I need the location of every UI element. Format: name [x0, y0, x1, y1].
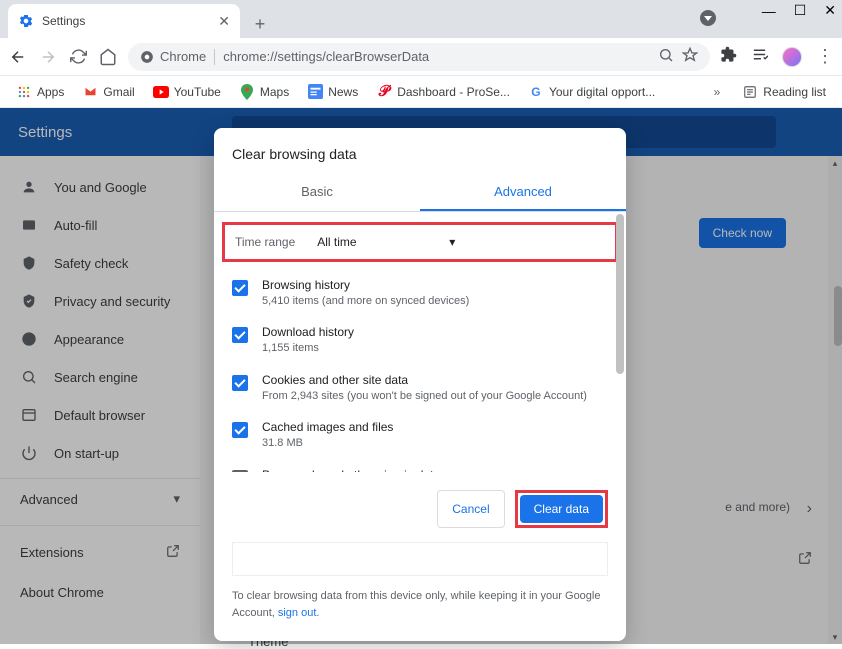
check-item-subtitle: 31.8 MB — [262, 436, 393, 451]
checkbox[interactable] — [232, 422, 248, 438]
new-tab-button[interactable]: + — [246, 10, 274, 38]
check-item: Browsing history 5,410 items (and more on… — [214, 270, 626, 317]
chip-label: Chrome — [160, 49, 206, 64]
check-item: Passwords and other sign-in data157 pass… — [214, 460, 626, 472]
maximize-button[interactable]: ☐ — [794, 2, 807, 19]
checkbox[interactable] — [232, 280, 248, 296]
profile-indicator-icon[interactable] — [700, 10, 716, 26]
check-item-text: Passwords and other sign-in data157 pass… — [262, 468, 608, 472]
tab-basic[interactable]: Basic — [214, 174, 420, 211]
placeholder-box — [232, 542, 608, 576]
reading-list-icon — [742, 84, 758, 100]
minimize-button[interactable]: — — [762, 3, 776, 19]
check-item-title: Passwords and other sign-in data — [262, 468, 608, 472]
check-item-title: Download history — [262, 325, 354, 339]
clear-data-button[interactable]: Clear data — [520, 495, 603, 523]
maps-bookmark[interactable]: Maps — [233, 80, 295, 104]
dialog-title: Clear browsing data — [214, 128, 626, 174]
overflow-chevron-icon[interactable]: » — [714, 85, 721, 99]
checkbox[interactable] — [232, 375, 248, 391]
profile-avatar[interactable] — [782, 47, 802, 67]
check-item-text: Cookies and other site data From 2,943 si… — [262, 373, 587, 404]
time-range-row: Time range All time ▾ — [222, 222, 618, 262]
home-button[interactable] — [98, 47, 118, 67]
check-item: Cookies and other site data From 2,943 si… — [214, 365, 626, 412]
time-range-label: Time range — [235, 235, 295, 249]
bookmark-star-icon[interactable] — [682, 47, 698, 66]
check-item-subtitle: From 2,943 sites (you won't be signed ou… — [262, 389, 587, 404]
tab-advanced[interactable]: Advanced — [420, 174, 626, 211]
menu-icon[interactable]: ⋮ — [816, 46, 834, 67]
checkbox[interactable] — [232, 327, 248, 343]
window-controls: — ☐ ✕ — [762, 2, 836, 19]
gmail-icon — [82, 84, 98, 100]
pinterest-icon: 𝒫 — [376, 84, 392, 100]
time-range-select[interactable]: All time ▾ — [311, 231, 461, 253]
check-item: Download history 1,155 items — [214, 317, 626, 364]
reading-list-icon[interactable] — [751, 46, 768, 68]
toolbar-actions: ⋮ — [720, 46, 834, 68]
check-item-title: Cached images and files — [262, 420, 393, 434]
youtube-icon — [153, 84, 169, 100]
dialog-body: Time range All time ▾ Browsing history 5,… — [214, 212, 626, 472]
clear-data-highlight: Clear data — [515, 490, 608, 528]
forward-button[interactable] — [38, 47, 58, 67]
extensions-icon[interactable] — [720, 46, 737, 68]
maps-pin-icon — [239, 84, 255, 100]
checkbox[interactable] — [232, 470, 248, 472]
bookmarks-bar: Apps Gmail YouTube Maps News 𝒫Dashboard … — [0, 76, 842, 108]
dialog-actions: Cancel Clear data — [214, 472, 626, 534]
dialog-tabs: Basic Advanced — [214, 174, 626, 212]
browser-tab[interactable]: Settings ✕ — [8, 4, 240, 38]
apps-grid-icon — [16, 84, 32, 100]
news-bookmark[interactable]: News — [301, 80, 364, 104]
address-bar: Chrome chrome://settings/clearBrowserDat… — [0, 38, 842, 76]
back-button[interactable] — [8, 47, 28, 67]
check-item-title: Cookies and other site data — [262, 373, 587, 387]
settings-gear-icon — [18, 13, 34, 29]
news-icon — [307, 84, 323, 100]
check-item: Cached images and files 31.8 MB — [214, 412, 626, 459]
gmail-bookmark[interactable]: Gmail — [76, 80, 140, 104]
sign-out-link[interactable]: sign out — [278, 607, 317, 619]
google-bookmark[interactable]: GYour digital opport... — [522, 80, 661, 104]
apps-shortcut[interactable]: Apps — [10, 80, 70, 104]
reload-button[interactable] — [68, 47, 88, 67]
titlebar: Settings ✕ + — ☐ ✕ — [0, 0, 842, 38]
check-item-subtitle: 1,155 items — [262, 341, 354, 356]
dropdown-caret-icon: ▾ — [449, 235, 455, 249]
check-item-text: Browsing history 5,410 items (and more on… — [262, 278, 469, 309]
footnote-post: . — [316, 607, 319, 619]
tab-close-icon[interactable]: ✕ — [218, 13, 230, 30]
check-item-text: Cached images and files 31.8 MB — [262, 420, 393, 451]
clear-browsing-data-dialog: Clear browsing data Basic Advanced Time … — [214, 128, 626, 641]
tab-title: Settings — [42, 14, 210, 28]
cancel-button[interactable]: Cancel — [437, 490, 504, 528]
check-item-title: Browsing history — [262, 278, 469, 292]
check-item-subtitle: 5,410 items (and more on synced devices) — [262, 294, 469, 309]
url-text: chrome://settings/clearBrowserData — [223, 49, 429, 64]
omnibox[interactable]: Chrome chrome://settings/clearBrowserDat… — [128, 43, 710, 71]
site-info-chip[interactable]: Chrome — [140, 49, 206, 64]
pinterest-bookmark[interactable]: 𝒫Dashboard - ProSe... — [370, 80, 516, 104]
reading-list-button[interactable]: Reading list — [736, 80, 832, 104]
dialog-footnote: To clear browsing data from this device … — [214, 576, 626, 625]
close-window-button[interactable]: ✕ — [824, 2, 836, 19]
youtube-bookmark[interactable]: YouTube — [147, 80, 227, 104]
zoom-search-icon[interactable] — [658, 47, 674, 66]
time-range-value: All time — [317, 235, 356, 249]
separator — [214, 49, 215, 65]
chrome-icon — [140, 50, 154, 64]
dialog-scroll-thumb[interactable] — [616, 214, 624, 374]
google-g-icon: G — [528, 84, 544, 100]
check-item-text: Download history 1,155 items — [262, 325, 354, 356]
